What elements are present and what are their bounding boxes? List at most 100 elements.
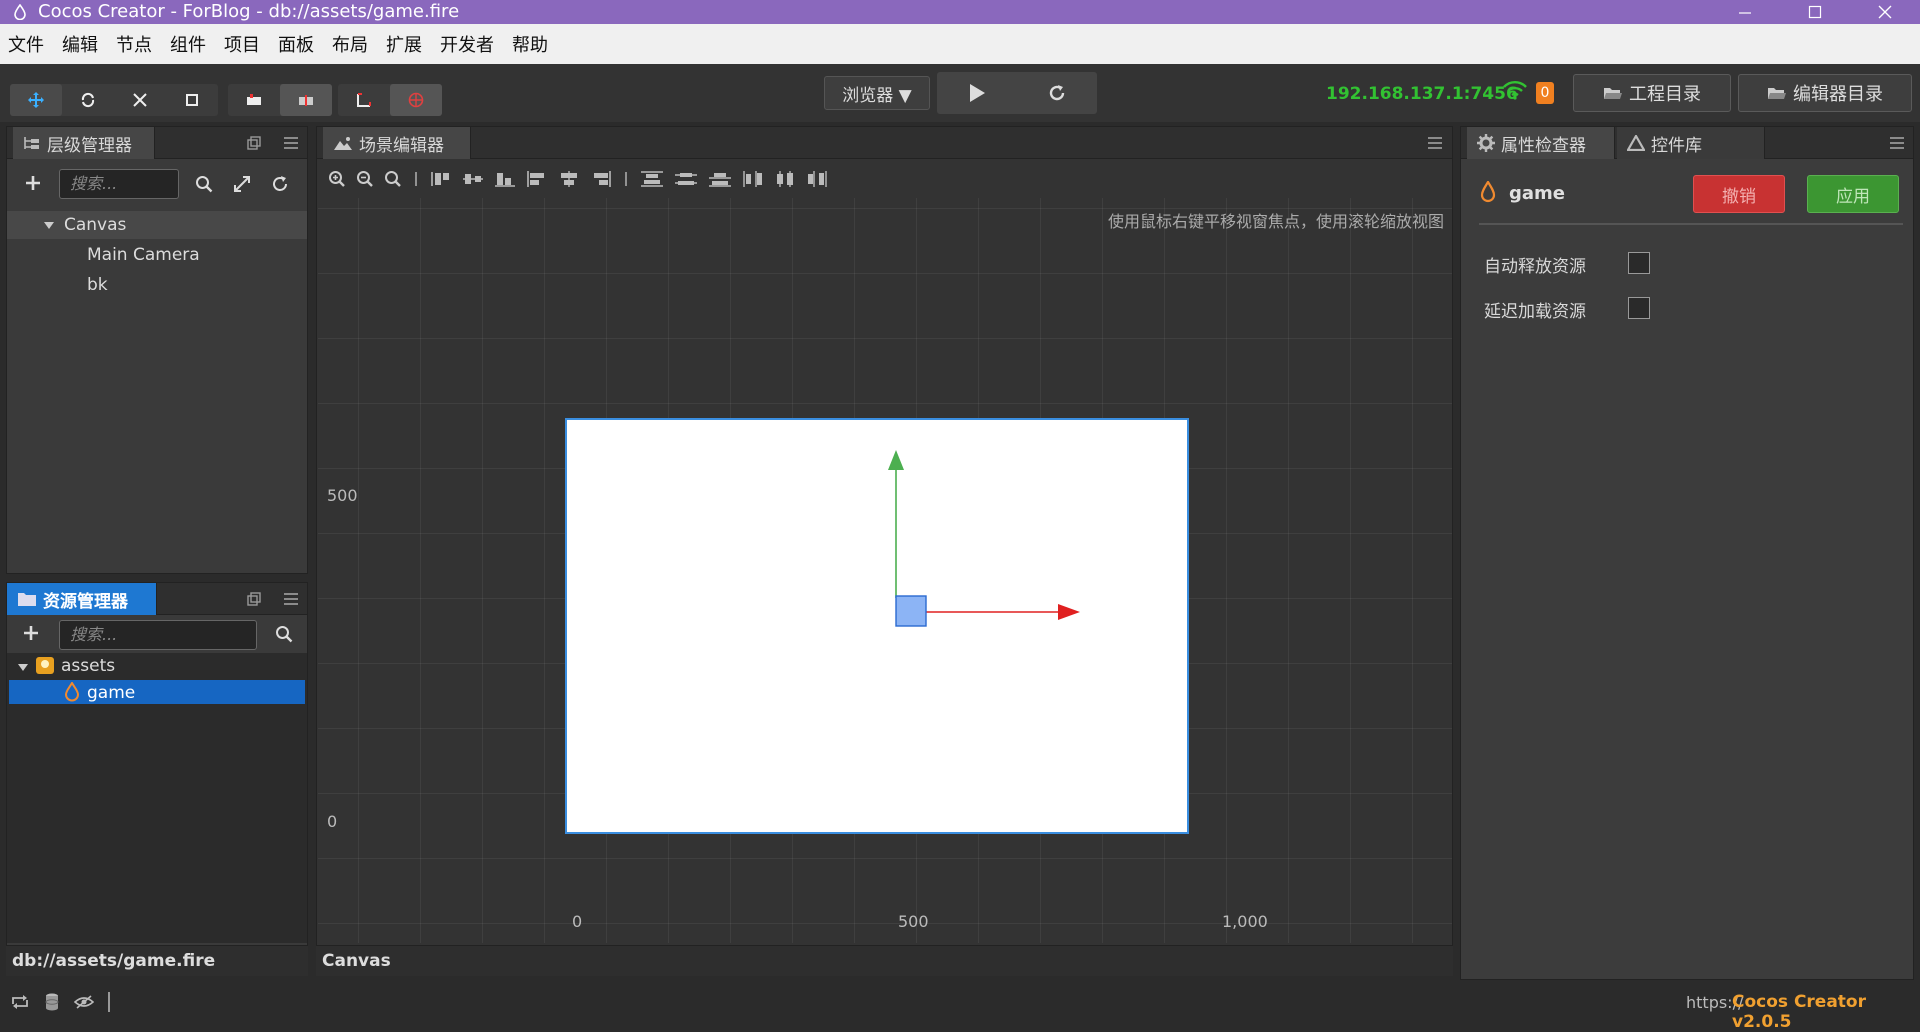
cocos-logo-icon [14, 4, 26, 20]
gizmo-x-arrow-icon[interactable] [1058, 604, 1080, 620]
search-icon[interactable] [275, 625, 293, 643]
scene-toolbar [318, 164, 828, 194]
tree-node-main-camera[interactable]: Main Camera [87, 245, 200, 265]
menu-help[interactable]: 帮助 [512, 31, 548, 57]
align-top-icon[interactable] [430, 170, 452, 188]
assets-search-input[interactable]: 搜索... [59, 620, 257, 650]
lazy-load-checkbox[interactable] [1628, 297, 1650, 319]
hierarchy-search-input[interactable]: 搜索... [59, 169, 179, 199]
editor-dir-button[interactable]: 编辑器目录 [1738, 74, 1912, 112]
rect-tool-button[interactable] [166, 84, 218, 116]
align-bottom-icon[interactable] [494, 170, 516, 188]
menu-layout[interactable]: 布局 [332, 31, 368, 57]
device-count-badge: 0 [1536, 82, 1554, 104]
globe-icon [408, 92, 424, 108]
sync-icon[interactable] [10, 994, 30, 1010]
panel-menu-icon[interactable] [1889, 136, 1905, 150]
align-vcenter-icon[interactable] [462, 170, 484, 188]
snap-button[interactable] [390, 84, 442, 116]
distribute-left-icon[interactable] [742, 170, 764, 188]
revert-button[interactable]: 撤销 [1693, 175, 1785, 213]
tree-asset-root[interactable]: assets [61, 656, 115, 676]
rect-corner-icon [357, 93, 371, 107]
menu-project[interactable]: 项目 [224, 31, 260, 57]
hidden-eye-icon[interactable] [74, 994, 94, 1010]
preview-platform-dropdown[interactable]: 浏览器 ▼ [824, 76, 930, 110]
distribute-bottom-icon[interactable] [708, 170, 732, 188]
search-icon[interactable] [195, 175, 213, 193]
move-tool-button[interactable] [10, 84, 62, 116]
minimize-button[interactable] [1710, 0, 1780, 24]
tab-assets[interactable]: 资源管理器 [7, 583, 157, 615]
rotate-tool-button[interactable] [62, 84, 114, 116]
separator-icon [625, 172, 627, 186]
gear-icon [1477, 134, 1495, 152]
gizmo-y-arrow-icon[interactable] [888, 450, 904, 470]
zoom-in-icon[interactable] [328, 170, 346, 188]
tree-node-bk[interactable]: bk [87, 275, 108, 295]
tab-widget-library[interactable]: 控件库 [1617, 127, 1765, 159]
align-hcenter-icon[interactable] [558, 170, 580, 188]
auto-release-checkbox[interactable] [1628, 252, 1650, 274]
tab-hierarchy[interactable]: 层级管理器 [13, 127, 155, 159]
expand-arrow-icon[interactable] [43, 221, 55, 231]
folder-open-icon [1768, 88, 1786, 99]
maximize-button[interactable] [1780, 0, 1850, 24]
scene-viewport[interactable]: 使用鼠标右键平移视窗焦点，使用滚轮缩放视图 500 0 0 500 1,000 [318, 198, 1452, 943]
move-icon [28, 92, 44, 108]
gizmo-center-handle[interactable] [895, 595, 927, 627]
tab-scene[interactable]: 场景编辑器 [323, 127, 471, 159]
refresh-icon[interactable] [271, 175, 289, 193]
database-icon[interactable] [44, 992, 60, 1012]
menu-file[interactable]: 文件 [8, 31, 44, 57]
library-triangle-icon [1627, 135, 1645, 151]
menu-developer[interactable]: 开发者 [440, 31, 494, 57]
expand-arrow-icon[interactable] [17, 663, 29, 673]
panel-menu-icon[interactable] [1427, 136, 1443, 150]
play-icon [970, 84, 985, 102]
scene-fire-icon [64, 682, 80, 702]
tree-row-game-selected[interactable] [9, 680, 305, 704]
zoom-reset-icon[interactable] [384, 170, 402, 188]
distribute-top-icon[interactable] [640, 170, 664, 188]
auto-release-label: 自动释放资源 [1484, 257, 1586, 277]
expand-all-icon[interactable] [233, 175, 251, 193]
play-button[interactable] [937, 72, 1017, 114]
zoom-out-icon[interactable] [356, 170, 374, 188]
axis-label-x-1000: 1,000 [1222, 912, 1268, 931]
distribute-right-icon[interactable] [806, 170, 828, 188]
popout-icon[interactable] [247, 136, 261, 150]
project-dir-button[interactable]: 工程目录 [1573, 74, 1731, 112]
tree-node-canvas[interactable]: Canvas [64, 215, 126, 235]
add-node-icon[interactable] [25, 175, 41, 191]
distribute-vcenter-icon[interactable] [674, 170, 698, 188]
menu-panel[interactable]: 面板 [278, 31, 314, 57]
align-right-icon[interactable] [590, 170, 612, 188]
menu-extension[interactable]: 扩展 [386, 31, 422, 57]
scene-fire-icon [1480, 181, 1496, 203]
refresh-button[interactable] [1017, 72, 1097, 114]
pivot-button[interactable] [228, 84, 280, 116]
distribute-hcenter-icon[interactable] [774, 170, 796, 188]
tree-asset-game[interactable]: game [87, 683, 135, 703]
close-button[interactable] [1850, 0, 1920, 24]
menu-component[interactable]: 组件 [170, 31, 206, 57]
local-global-button[interactable] [280, 84, 332, 116]
popout-icon[interactable] [247, 592, 261, 606]
menu-edit[interactable]: 编辑 [62, 31, 98, 57]
move-gizmo[interactable] [868, 448, 1088, 628]
tab-inspector[interactable]: 属性检查器 [1467, 127, 1615, 159]
inspector-tab-label: 属性检查器 [1501, 135, 1586, 156]
preview-ip-address[interactable]: 192.168.137.1:7456 [1326, 84, 1518, 104]
align-left-icon[interactable] [526, 170, 548, 188]
panel-menu-icon[interactable] [283, 136, 299, 150]
scale-tool-button[interactable] [114, 84, 166, 116]
2d-view-button[interactable] [338, 84, 390, 116]
add-asset-icon[interactable] [23, 625, 39, 641]
menu-node[interactable]: 节点 [116, 31, 152, 57]
rotate-icon [81, 92, 95, 108]
apply-button[interactable]: 应用 [1807, 175, 1899, 213]
panel-menu-icon[interactable] [283, 592, 299, 606]
title-bar: Cocos Creator - ForBlog - db://assets/ga… [0, 0, 1920, 24]
inspector-asset-name: game [1509, 183, 1565, 204]
